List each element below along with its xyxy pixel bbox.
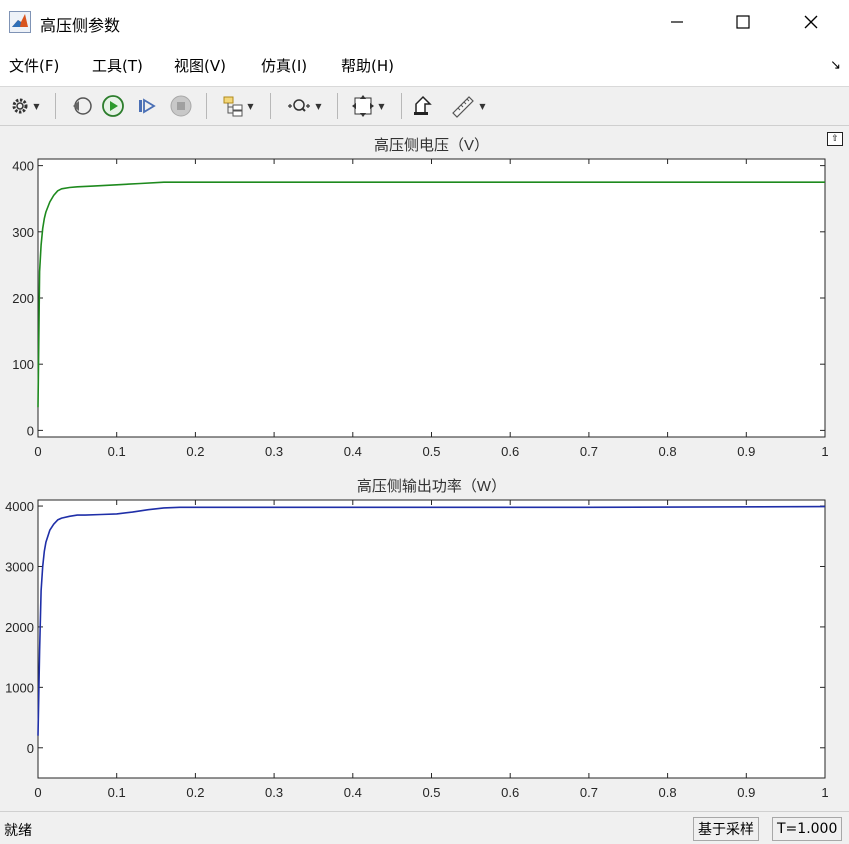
zoom-icon: [288, 99, 311, 112]
x-tick-label: 0.4: [344, 444, 362, 459]
zoom-button[interactable]: ▼: [280, 92, 328, 120]
autoscale-icon: [352, 95, 375, 117]
x-tick-label: 0.2: [186, 785, 204, 800]
x-tick-label: 0.6: [501, 444, 519, 459]
chevron-down-icon: ▼: [247, 101, 254, 111]
close-icon: [804, 15, 818, 29]
x-tick-label: 0.3: [265, 785, 283, 800]
minimize-button[interactable]: [654, 0, 700, 44]
y-tick-label: 100: [12, 357, 34, 372]
y-tick-label: 2000: [5, 620, 34, 635]
x-tick-label: 0.4: [344, 785, 362, 800]
undock-icon[interactable]: ⇧: [827, 132, 843, 146]
autoscale-button[interactable]: ▼: [344, 92, 392, 120]
plot-frame: [37, 499, 826, 779]
y-tick-label: 0: [27, 423, 34, 438]
toolbar-separator: [55, 93, 56, 119]
x-tick-label: 0.3: [265, 444, 283, 459]
x-tick-label: 0: [34, 444, 41, 459]
minimize-icon: [671, 21, 683, 23]
dock-arrow-icon[interactable]: ↘: [830, 58, 841, 73]
chevron-down-icon: ▼: [378, 101, 385, 111]
y-tick-label: 4000: [5, 499, 34, 514]
chevron-down-icon: ▼: [479, 101, 486, 111]
y-tick-label: 1000: [5, 680, 34, 695]
status-text: 就绪: [4, 823, 32, 839]
highlight-block-button[interactable]: [408, 92, 438, 120]
status-bar: 就绪 基于采样 T=1.000: [0, 811, 849, 844]
ruler-icon: [452, 96, 475, 118]
run-button[interactable]: [98, 92, 128, 120]
stop-button[interactable]: [166, 92, 196, 120]
y-tick-label: 300: [12, 225, 34, 240]
settings-button[interactable]: ▼: [4, 92, 46, 120]
x-tick-label: 1: [821, 444, 828, 459]
menu-help[interactable]: 帮助(H): [341, 55, 394, 76]
close-button[interactable]: [788, 0, 834, 44]
menu-tools[interactable]: 工具(T): [92, 55, 143, 76]
play-icon: [102, 95, 124, 117]
x-tick-label: 0.5: [422, 444, 440, 459]
time-status: T=1.000: [772, 817, 843, 841]
x-tick-label: 0.8: [659, 785, 677, 800]
chevron-down-icon: ▼: [33, 101, 40, 111]
sample-mode-status: 基于采样: [693, 817, 759, 841]
signal-hierarchy-icon: [223, 96, 243, 117]
window-title: 高压侧参数: [40, 16, 121, 35]
toolbar-separator: [337, 93, 338, 119]
x-tick-label: 0.1: [108, 444, 126, 459]
chevron-down-icon: ▼: [315, 101, 322, 111]
toolbar-separator: [401, 93, 402, 119]
step-back-icon: [73, 97, 92, 115]
highlight-block-icon: [414, 95, 432, 115]
step-forward-button[interactable]: [132, 92, 162, 120]
x-tick-label: 0.6: [501, 785, 519, 800]
scope-plots: 高压侧电压（V）0 0.1 0.2 0.3 0.4 0.5 0.6 0.7 0.8 0.9 1010…: [5, 137, 829, 800]
x-tick-label: 0.9: [737, 785, 755, 800]
voltage-axes[interactable]: 高压侧电压（V） 0 0.1 0.2 0.3 0.4 0.5 0.6 0.7 0.8 0.9 1 0 10…: [12, 137, 828, 459]
x-tick-label: 0.5: [422, 785, 440, 800]
measurements-button[interactable]: ▼: [444, 92, 492, 120]
menu-simulation[interactable]: 仿真(I): [261, 55, 307, 76]
x-tick-label: 0.9: [737, 444, 755, 459]
menu-view[interactable]: 视图(V): [174, 55, 226, 76]
step-back-button[interactable]: [66, 92, 96, 120]
step-forward-icon: [139, 98, 156, 114]
stop-icon: [170, 95, 192, 117]
y-tick-label: 200: [12, 291, 34, 306]
scope-plot-area: ⇧ 高压侧电压（V） 0 0.1 0.2 0.3 0.4 0.5 0.6 0.7 0.8 0.9 1 0…: [0, 126, 849, 810]
x-tick-label: 0.1: [108, 785, 126, 800]
x-tick-label: 0.8: [659, 444, 677, 459]
gear-icon: [12, 98, 28, 114]
x-tick-label: 0.2: [186, 444, 204, 459]
title-bar: 高压侧参数: [0, 0, 849, 44]
toolbar-separator: [270, 93, 271, 119]
maximize-icon: [736, 15, 750, 29]
toolbar: ▼ ▼ ▼ ▼ ▼: [0, 87, 849, 126]
matlab-logo-icon: [9, 11, 31, 33]
toolbar-separator: [206, 93, 207, 119]
maximize-button[interactable]: [720, 0, 766, 44]
y-tick-label: 0: [27, 741, 34, 756]
plot-title: 高压侧电压（V）: [374, 137, 489, 154]
y-tick-label: 3000: [5, 559, 34, 574]
plot-frame: [37, 158, 826, 438]
signal-selector-button[interactable]: ▼: [216, 92, 260, 120]
power-axes[interactable]: 高压侧输出功率（W）0 0.1 0.2 0.3 0.4 0.5 0.6 0.7 0.8 0.9 10…: [5, 478, 829, 800]
x-tick-label: 0.7: [580, 785, 598, 800]
y-tick-label: 400: [12, 159, 34, 174]
x-tick-label: 1: [821, 785, 828, 800]
x-tick-label: 0: [34, 785, 41, 800]
plot-title: 高压侧输出功率（W）: [357, 478, 506, 495]
menu-file[interactable]: 文件(F): [9, 55, 59, 76]
x-tick-label: 0.7: [580, 444, 598, 459]
menu-bar: 文件(F) 工具(T) 视图(V) 仿真(I) 帮助(H) ↘: [0, 44, 849, 87]
